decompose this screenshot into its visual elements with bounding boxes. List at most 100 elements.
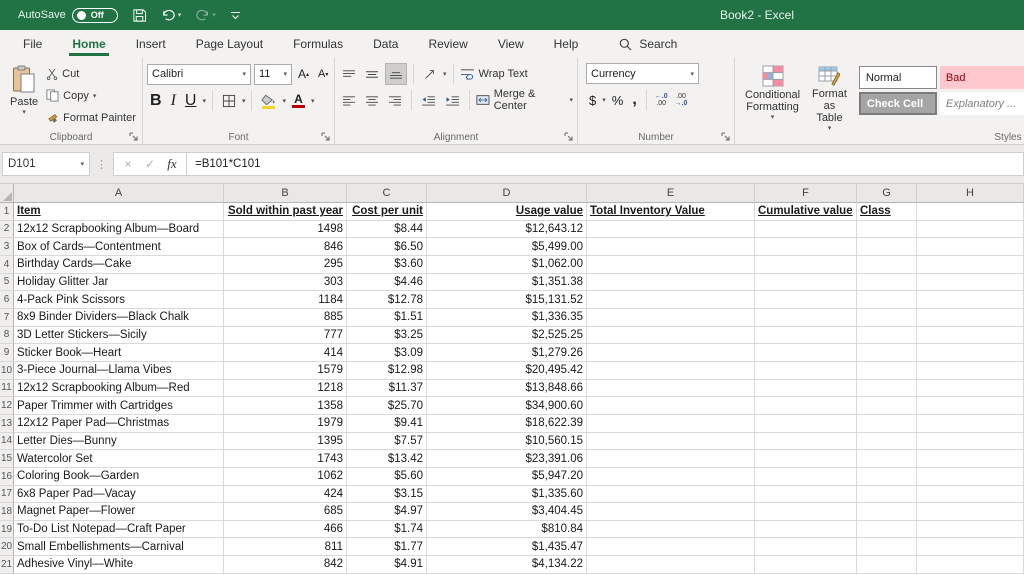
cell-A11[interactable]: 12x12 Scrapbooking Album—Red bbox=[14, 379, 224, 398]
cell-D1[interactable]: Usage value bbox=[427, 203, 587, 221]
cell-G19[interactable] bbox=[857, 520, 917, 539]
cell-D4[interactable]: $1,062.00 bbox=[427, 255, 587, 274]
font-dialog-launcher[interactable] bbox=[321, 132, 330, 141]
cell-H7[interactable] bbox=[917, 308, 1024, 327]
cell-E18[interactable] bbox=[587, 503, 755, 521]
cell-A4[interactable]: Birthday Cards—Cake bbox=[14, 255, 224, 274]
column-header-A[interactable]: A bbox=[14, 184, 224, 203]
cell-style-check[interactable]: Check Cell bbox=[858, 92, 937, 115]
cell-D3[interactable]: $5,499.00 bbox=[427, 238, 587, 256]
cell-G12[interactable] bbox=[857, 397, 917, 415]
increase-indent-button[interactable] bbox=[442, 89, 463, 111]
cell-C17[interactable]: $3.15 bbox=[347, 485, 427, 504]
merge-center-button[interactable]: Merge & Center ▾ bbox=[476, 88, 573, 112]
tab-home[interactable]: Home bbox=[57, 30, 120, 58]
cell-E19[interactable] bbox=[587, 520, 755, 539]
row-header-13[interactable]: 13 bbox=[0, 414, 14, 433]
tab-review[interactable]: Review bbox=[413, 30, 482, 58]
row-header-8[interactable]: 8 bbox=[0, 326, 14, 345]
cell-D13[interactable]: $18,622.39 bbox=[427, 414, 587, 433]
align-center-button[interactable] bbox=[362, 89, 382, 111]
cell-D7[interactable]: $1,336.35 bbox=[427, 308, 587, 327]
cell-B19[interactable]: 466 bbox=[224, 520, 347, 539]
cell-E17[interactable] bbox=[587, 485, 755, 504]
cell-F18[interactable] bbox=[755, 503, 857, 521]
cell-E2[interactable] bbox=[587, 220, 755, 239]
cell-F15[interactable] bbox=[755, 450, 857, 468]
cell-E7[interactable] bbox=[587, 308, 755, 327]
cell-F9[interactable] bbox=[755, 344, 857, 362]
cell-C11[interactable]: $11.37 bbox=[347, 379, 427, 398]
cell-G17[interactable] bbox=[857, 485, 917, 504]
save-button[interactable] bbox=[132, 8, 147, 23]
cell-A14[interactable]: Letter Dies—Bunny bbox=[14, 432, 224, 451]
cell-C19[interactable]: $1.74 bbox=[347, 520, 427, 539]
cell-B20[interactable]: 811 bbox=[224, 538, 347, 557]
redo-button[interactable]: ▾ bbox=[195, 8, 216, 22]
cell-A8[interactable]: 3D Letter Stickers—Sicily bbox=[14, 326, 224, 345]
row-header-21[interactable]: 21 bbox=[0, 556, 14, 574]
align-middle-button[interactable] bbox=[362, 63, 382, 85]
row-header-18[interactable]: 18 bbox=[0, 503, 14, 521]
cell-G7[interactable] bbox=[857, 308, 917, 327]
row-header-17[interactable]: 17 bbox=[0, 485, 14, 504]
decrease-font-size-button[interactable]: A ▾ bbox=[315, 63, 331, 85]
cell-E15[interactable] bbox=[587, 450, 755, 468]
cell-E3[interactable] bbox=[587, 238, 755, 256]
cell-H21[interactable] bbox=[917, 556, 1024, 574]
row-header-16[interactable]: 16 bbox=[0, 467, 14, 486]
cell-F2[interactable] bbox=[755, 220, 857, 239]
cell-A17[interactable]: 6x8 Paper Pad—Vacay bbox=[14, 485, 224, 504]
cell-H12[interactable] bbox=[917, 397, 1024, 415]
cell-A13[interactable]: 12x12 Paper Pad—Christmas bbox=[14, 414, 224, 433]
cell-G20[interactable] bbox=[857, 538, 917, 557]
cell-D18[interactable]: $3,404.45 bbox=[427, 503, 587, 521]
cell-B8[interactable]: 777 bbox=[224, 326, 347, 345]
cell-F4[interactable] bbox=[755, 255, 857, 274]
cell-G21[interactable] bbox=[857, 556, 917, 574]
cell-H9[interactable] bbox=[917, 344, 1024, 362]
cell-A16[interactable]: Coloring Book—Garden bbox=[14, 467, 224, 486]
cell-B2[interactable]: 1498 bbox=[224, 220, 347, 239]
cell-B9[interactable]: 414 bbox=[224, 344, 347, 362]
cell-D14[interactable]: $10,560.15 bbox=[427, 432, 587, 451]
cell-C21[interactable]: $4.91 bbox=[347, 556, 427, 574]
tab-file[interactable]: File bbox=[8, 30, 57, 58]
cell-H15[interactable] bbox=[917, 450, 1024, 468]
column-header-F[interactable]: F bbox=[755, 184, 857, 203]
orientation-dropdown-arrow-icon[interactable]: ▾ bbox=[443, 70, 447, 78]
decrease-decimal-button[interactable]: .00 →.0 bbox=[673, 92, 690, 108]
tab-help[interactable]: Help bbox=[539, 30, 594, 58]
cell-F16[interactable] bbox=[755, 467, 857, 486]
cell-G16[interactable] bbox=[857, 467, 917, 486]
cell-D2[interactable]: $12,643.12 bbox=[427, 220, 587, 239]
cell-A20[interactable]: Small Embellishments—Carnival bbox=[14, 538, 224, 557]
cell-C3[interactable]: $6.50 bbox=[347, 238, 427, 256]
underline-button[interactable]: U bbox=[182, 90, 200, 112]
cell-A2[interactable]: 12x12 Scrapbooking Album—Board bbox=[14, 220, 224, 239]
cell-D15[interactable]: $23,391.06 bbox=[427, 450, 587, 468]
cell-B11[interactable]: 1218 bbox=[224, 379, 347, 398]
number-format-combo[interactable]: Currency ▾ bbox=[586, 63, 699, 84]
cell-D11[interactable]: $13,848.66 bbox=[427, 379, 587, 398]
cell-C10[interactable]: $12.98 bbox=[347, 361, 427, 380]
undo-button[interactable]: ▾ bbox=[161, 8, 181, 22]
cell-C1[interactable]: Cost per unit bbox=[347, 203, 427, 221]
cell-style-bad[interactable]: Bad bbox=[939, 66, 1024, 89]
row-header-11[interactable]: 11 bbox=[0, 379, 14, 398]
format-painter-button[interactable]: Format Painter bbox=[46, 107, 136, 128]
cell-D5[interactable]: $1,351.38 bbox=[427, 273, 587, 292]
cell-B21[interactable]: 842 bbox=[224, 556, 347, 574]
cell-E5[interactable] bbox=[587, 273, 755, 292]
insert-function-button[interactable]: fx bbox=[162, 156, 182, 172]
cell-E16[interactable] bbox=[587, 467, 755, 486]
cell-F14[interactable] bbox=[755, 432, 857, 451]
tab-formulas[interactable]: Formulas bbox=[278, 30, 358, 58]
row-header-20[interactable]: 20 bbox=[0, 538, 14, 557]
font-color-button[interactable]: A bbox=[289, 90, 308, 112]
cell-E14[interactable] bbox=[587, 432, 755, 451]
cell-A12[interactable]: Paper Trimmer with Cartridges bbox=[14, 397, 224, 415]
borders-dropdown-arrow-icon[interactable]: ▾ bbox=[242, 97, 246, 105]
cell-H1[interactable] bbox=[917, 203, 1024, 221]
cell-H14[interactable] bbox=[917, 432, 1024, 451]
